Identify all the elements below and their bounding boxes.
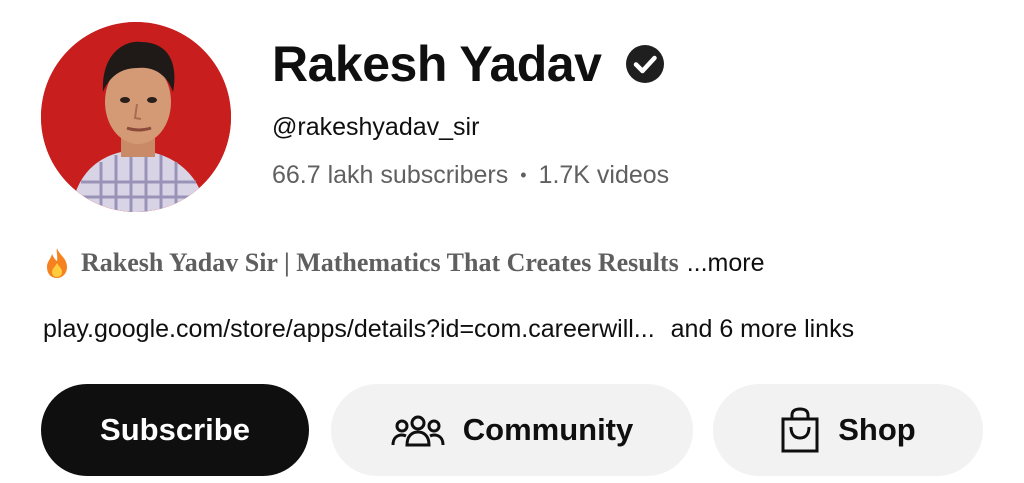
people-icon [391, 415, 445, 447]
channel-links[interactable]: play.google.com/store/apps/details?id=co… [43, 315, 854, 344]
video-count: 1.7K videos [538, 161, 670, 189]
community-button[interactable]: Community [331, 384, 693, 476]
verified-check-icon [626, 45, 665, 83]
channel-avatar[interactable] [41, 22, 231, 212]
subscriber-count: 66.7 lakh subscribers [272, 161, 509, 189]
channel-stats: 66.7 lakh subscribers • 1.7K videos [272, 161, 669, 190]
shopping-bag-icon [781, 407, 819, 453]
channel-description[interactable]: Rakesh Yadav Sir | Mathematics That Crea… [43, 247, 765, 279]
channel-name: Rakesh Yadav [272, 36, 602, 92]
channel-handle: @rakeshyadav_sir [272, 113, 480, 141]
subscribe-button[interactable]: Subscribe [41, 384, 309, 476]
shop-label: Shop [838, 412, 916, 447]
more-links-link[interactable]: and 6 more links [671, 315, 854, 344]
community-label: Community [462, 412, 634, 447]
stats-separator: • [520, 165, 527, 185]
more-link[interactable]: ...more [687, 249, 765, 278]
channel-name-row: Rakesh Yadav [272, 34, 665, 94]
avatar-photo [41, 22, 231, 212]
fire-emoji-icon [47, 248, 67, 278]
primary-link[interactable]: play.google.com/store/apps/details?id=co… [43, 315, 655, 344]
shop-button[interactable]: Shop [713, 384, 983, 476]
description-text: Rakesh Yadav Sir | Mathematics That Crea… [81, 248, 679, 277]
subscribe-label: Subscribe [100, 412, 250, 447]
